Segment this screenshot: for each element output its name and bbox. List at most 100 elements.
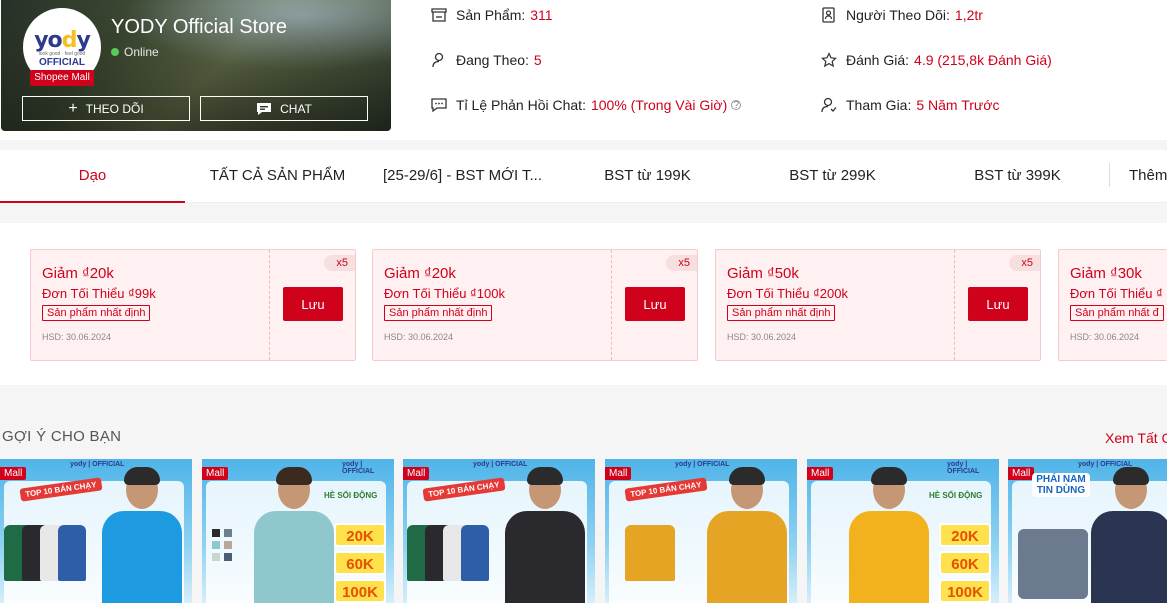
- voucher-quantity-badge: x5: [1009, 255, 1040, 271]
- product-row: Mall yody | OFFICIAL TOP 10 BÁN CHẠY Mal…: [0, 459, 1167, 603]
- chat-bubble-icon: [257, 102, 272, 115]
- product-brand: yody | OFFICIAL: [675, 461, 730, 468]
- voucher-expiry: HSD: 30.06.2024: [42, 332, 112, 342]
- voucher-section: Giảm ₫20k Đơn Tối Thiểu ₫99k Sản phẩm nh…: [0, 223, 1167, 385]
- voucher-min-order: Đơn Tối Thiểu ₫100k: [384, 286, 505, 301]
- stat-chat-rate: Tỉ Lệ Phản Hồi Chat: 100% (Trong Vài Giờ)…: [430, 96, 742, 114]
- voucher-card: Giảm ₫20k Đơn Tối Thiểu ₫99k Sản phẩm nh…: [30, 249, 356, 361]
- chat-button[interactable]: CHAT: [200, 96, 368, 121]
- mall-badge: Mall: [0, 467, 27, 480]
- product-card[interactable]: Mall yody | OFFICIAL PHÁI NAM TIN DÙNG: [1008, 459, 1167, 603]
- stat-products: Sản Phẩm: 311: [430, 6, 553, 24]
- voucher-min-order: Đơn Tối Thiểu ₫99k: [42, 286, 156, 301]
- product-card[interactable]: Mall yody | OFFICIAL TOP 10 BÁN CHẠY: [0, 459, 192, 603]
- tab-divider: [1109, 163, 1110, 187]
- voucher-min-order: Đơn Tối Thiểu ₫: [1070, 286, 1163, 301]
- promo-label: HÈ SỐI ĐỘNG: [324, 491, 378, 500]
- chat-dots-icon: [430, 96, 448, 114]
- mall-badge: Mall: [1008, 467, 1035, 480]
- price-tag: 20K: [334, 523, 386, 547]
- voucher-card: Giảm ₫20k Đơn Tối Thiểu ₫100k Sản phẩm n…: [372, 249, 698, 361]
- voucher-condition: Sản phẩm nhất đ: [1070, 305, 1164, 321]
- save-voucher-button[interactable]: Lưu: [283, 287, 343, 321]
- voucher-quantity-badge: x5: [324, 255, 355, 271]
- model-image: [254, 467, 334, 603]
- shop-logo: yody: [34, 28, 91, 53]
- voucher-title: Giảm ₫20k: [384, 265, 456, 282]
- stat-joined: Tham Gia: 5 Năm Trước: [820, 96, 999, 114]
- stat-rating: Đánh Giá: 4.9 (215,8k Đánh Giá): [820, 51, 1052, 69]
- mall-badge: Mall: [202, 467, 229, 480]
- model-image: [849, 467, 929, 603]
- voucher-title: Giảm ₫20k: [42, 265, 114, 282]
- tab-bst-399k[interactable]: BST từ 399K: [925, 150, 1110, 203]
- mall-badge: Mall: [807, 467, 834, 480]
- product-card[interactable]: Mall yody | OFFICIAL TOP 10 BÁN CHẠY: [605, 459, 797, 603]
- voucher-title: Giảm ₫50k: [727, 265, 799, 282]
- user-icon: [430, 51, 448, 69]
- plus-icon: +: [68, 99, 78, 117]
- tab-dao[interactable]: Dạo: [0, 150, 185, 203]
- voucher-condition: Sản phẩm nhất định: [727, 305, 836, 321]
- store-icon: [430, 6, 448, 24]
- stat-followers: Người Theo Dõi: 1,2tr: [820, 6, 983, 24]
- stat-following: Đang Theo: 5: [430, 51, 542, 69]
- shop-name: YODY Official Store: [111, 16, 287, 38]
- logo-official: OFFICIAL: [38, 57, 86, 68]
- price-tag: 100K: [939, 579, 991, 603]
- detail-thumbnail: [1018, 529, 1088, 599]
- product-card[interactable]: Mall yody | OFFICIAL HÈ SỐI ĐỘNG 20K 60K…: [202, 459, 394, 603]
- product-brand: yody | OFFICIAL: [342, 461, 375, 475]
- voucher-expiry: HSD: 30.06.2024: [384, 332, 454, 342]
- help-icon[interactable]: ?: [731, 100, 742, 111]
- voucher-card: Giảm ₫50k Đơn Tối Thiểu ₫200k Sản phẩm n…: [715, 249, 1041, 361]
- product-card[interactable]: Mall yody | OFFICIAL HÈ SỐI ĐỘNG 20K 60K…: [807, 459, 999, 603]
- voucher-title: Giảm ₫30k: [1070, 265, 1142, 282]
- shop-card: yody look good · feel good OFFICIAL Shop…: [1, 0, 391, 131]
- product-brand: yody | OFFICIAL: [70, 461, 125, 468]
- model-image: [1091, 467, 1167, 603]
- save-voucher-button[interactable]: Lưu: [625, 287, 685, 321]
- voucher-condition: Sản phẩm nhất định: [42, 305, 151, 321]
- tab-all-products[interactable]: TẤT CẢ SẢN PHẨM: [185, 150, 370, 203]
- tab-more[interactable]: Thêm: [1129, 150, 1167, 203]
- product-card[interactable]: Mall yody | OFFICIAL TOP 10 BÁN CHẠY: [403, 459, 595, 603]
- price-tag: 100K: [334, 579, 386, 603]
- product-brand: yody | OFFICIAL: [473, 461, 528, 468]
- follow-button[interactable]: + THEO DÕI: [22, 96, 190, 121]
- model-image: [102, 467, 182, 603]
- tab-bst-199k[interactable]: BST từ 199K: [555, 150, 740, 203]
- voucher-expiry: HSD: 30.06.2024: [727, 332, 797, 342]
- shirt-stack: [609, 525, 699, 585]
- model-image: [505, 467, 585, 603]
- price-tag: 20K: [939, 523, 991, 547]
- mall-badge: Mall: [605, 467, 632, 480]
- tab-new-collection[interactable]: [25-29/6] - BST MỚI T...: [370, 150, 555, 203]
- price-tag: 60K: [939, 551, 991, 575]
- shirt-stack: [407, 525, 497, 585]
- price-tag: 60K: [334, 551, 386, 575]
- voucher-card: Giảm ₫30k Đơn Tối Thiểu ₫ Sản phẩm nhất …: [1058, 249, 1167, 361]
- save-voucher-button[interactable]: Lưu: [968, 287, 1028, 321]
- color-swatches: [212, 529, 232, 561]
- voucher-condition: Sản phẩm nhất định: [384, 305, 493, 321]
- voucher-quantity-badge: x5: [666, 255, 697, 271]
- shop-tabs: Dạo TẤT CẢ SẢN PHẨM [25-29/6] - BST MỚI …: [0, 150, 1167, 203]
- tab-bst-299k[interactable]: BST từ 299K: [740, 150, 925, 203]
- followers-icon: [820, 6, 838, 24]
- promo-label: HÈ SỐI ĐỘNG: [929, 491, 983, 500]
- star-icon: [820, 51, 838, 69]
- see-all-link[interactable]: Xem Tất C: [1105, 430, 1167, 446]
- model-image: [707, 467, 787, 603]
- recommended-badge: PHÁI NAM TIN DÙNG: [1032, 473, 1090, 497]
- shop-header: yody look good · feel good OFFICIAL Shop…: [0, 0, 1167, 140]
- shopee-mall-badge: Shopee Mall: [30, 70, 94, 86]
- voucher-expiry: HSD: 30.06.2024: [1070, 332, 1140, 342]
- recommend-title: GỢI Ý CHO BẠN: [2, 428, 122, 445]
- mall-badge: Mall: [403, 467, 430, 480]
- online-status: Online: [111, 45, 159, 59]
- shirt-stack: [4, 525, 94, 585]
- user-check-icon: [820, 96, 838, 114]
- product-brand: yody | OFFICIAL: [947, 461, 980, 475]
- online-dot-icon: [111, 48, 119, 56]
